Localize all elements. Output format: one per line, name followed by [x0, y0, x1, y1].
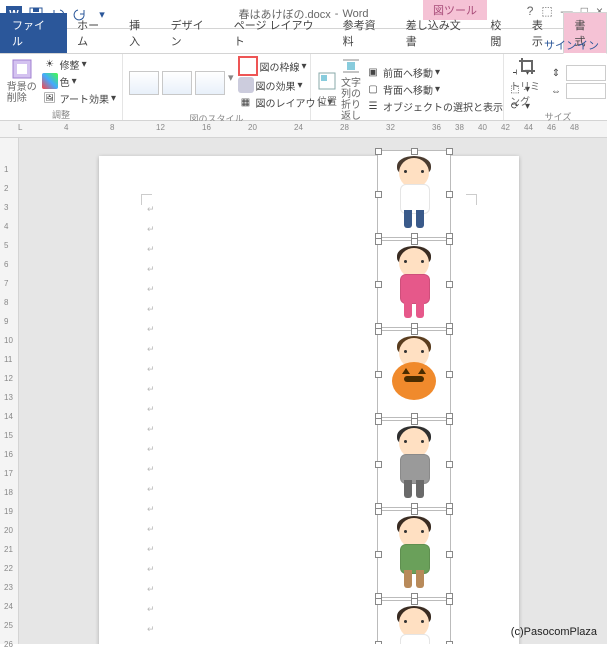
height-input[interactable]: ⇕: [548, 65, 606, 81]
margin-corner-tr: [466, 194, 477, 205]
page: ↵ ↵ ↵ ↵ ↵ ↵ ↵ ↵ ↵ ↵ ↵ ↵ ↵ ↵ ↵ ↵ ↵ ↵ ↵ ↵ ↵ ↵: [99, 156, 519, 644]
child-boy-1[interactable]: [377, 150, 451, 238]
tab-insert[interactable]: 挿入: [119, 13, 161, 53]
ruler-vertical[interactable]: 1234567891011121314151617181920212223242…: [0, 138, 19, 644]
resize-handle[interactable]: [446, 551, 453, 558]
paragraph-mark: ↵: [147, 304, 155, 315]
resize-handle[interactable]: [375, 148, 382, 155]
resize-handle[interactable]: [446, 508, 453, 515]
style-thumb-2[interactable]: [162, 71, 192, 95]
group-picture-styles: ▾ 図の枠線 ▾ 図の効果 ▾ ▦図のレイアウト ▾ 図のスタイル: [123, 54, 311, 120]
paragraph-mark: ↵: [147, 404, 155, 415]
resize-handle[interactable]: [446, 281, 453, 288]
group-arrange: 位置 文字列の 折り返し ▣前面へ移動 ▾ ▢背面へ移動 ▾ ☰オブジェクトの選…: [311, 54, 504, 120]
send-backward-button[interactable]: ▢背面へ移動 ▾: [365, 81, 503, 97]
child-girl-pink[interactable]: [377, 240, 451, 328]
position-button[interactable]: 位置: [317, 71, 337, 108]
paragraph-mark: ↵: [147, 584, 155, 595]
resize-handle[interactable]: [411, 238, 418, 245]
resize-handle[interactable]: [375, 461, 382, 468]
remove-background-button[interactable]: 背景の 削除: [6, 58, 38, 104]
crop-button[interactable]: トリミング: [510, 56, 544, 108]
resize-handle[interactable]: [446, 238, 453, 245]
workspace: 1234567891011121314151617181920212223242…: [0, 138, 607, 644]
resize-handle[interactable]: [411, 328, 418, 335]
child-boy-gray[interactable]: [377, 420, 451, 508]
paragraph-mark: ↵: [147, 344, 155, 355]
resize-handle[interactable]: [446, 371, 453, 378]
resize-handle[interactable]: [375, 191, 382, 198]
selection-pane-button[interactable]: ☰オブジェクトの選択と表示: [365, 98, 503, 114]
child-girl-white[interactable]: [377, 600, 451, 644]
image-stack: [377, 150, 451, 644]
corrections-button[interactable]: ☀修整 ▾: [42, 56, 116, 72]
tab-references[interactable]: 参考資料: [333, 13, 396, 53]
child-pumpkin[interactable]: [377, 330, 451, 418]
paragraph-mark: ↵: [147, 284, 155, 295]
file-tab[interactable]: ファイル: [0, 13, 67, 53]
wrap-text-button[interactable]: 文字列の 折り返し: [341, 56, 361, 122]
ribbon: 背景の 削除 ☀修整 ▾ 色 ▾ 🖼アート効果 ▾ 調整 ▾ 図の枠線 ▾ 図の…: [0, 54, 607, 121]
paragraph-mark: ↵: [147, 244, 155, 255]
resize-handle[interactable]: [446, 328, 453, 335]
resize-handle[interactable]: [375, 641, 382, 644]
resize-handle[interactable]: [375, 328, 382, 335]
paragraph-mark: ↵: [147, 264, 155, 275]
resize-handle[interactable]: [446, 191, 453, 198]
resize-handle[interactable]: [446, 641, 453, 644]
child-boy-green[interactable]: [377, 510, 451, 598]
resize-handle[interactable]: [375, 551, 382, 558]
resize-handle[interactable]: [446, 598, 453, 605]
group-size: トリミング ⇕ ⇔ サイズ: [504, 54, 607, 120]
ruler-horizontal[interactable]: L4812162024283236384042444648: [0, 121, 607, 138]
resize-handle[interactable]: [446, 418, 453, 425]
group-adjust: 背景の 削除 ☀修整 ▾ 色 ▾ 🖼アート効果 ▾ 調整: [0, 54, 123, 120]
tab-review[interactable]: 校閲: [480, 13, 522, 53]
paragraph-mark: ↵: [147, 324, 155, 335]
paragraph-mark: ↵: [147, 444, 155, 455]
tab-page-layout[interactable]: ページ レイアウト: [224, 13, 333, 53]
paragraph-mark: ↵: [147, 544, 155, 555]
style-gallery-more[interactable]: ▾: [228, 71, 234, 95]
resize-handle[interactable]: [375, 418, 382, 425]
resize-handle[interactable]: [411, 598, 418, 605]
paragraph-mark: ↵: [147, 224, 155, 235]
paragraph-mark: ↵: [147, 624, 155, 635]
ribbon-tabs: ファイル ホーム 挿入 デザイン ページ レイアウト 参考資料 差し込み文書 校…: [0, 29, 607, 54]
style-thumb-3[interactable]: [195, 71, 225, 95]
resize-handle[interactable]: [375, 371, 382, 378]
paragraph-mark: ↵: [147, 564, 155, 575]
document-canvas[interactable]: ↵ ↵ ↵ ↵ ↵ ↵ ↵ ↵ ↵ ↵ ↵ ↵ ↵ ↵ ↵ ↵ ↵ ↵ ↵ ↵ ↵ ↵ (c)PasocomPlaza: [19, 138, 607, 644]
style-thumb-1[interactable]: [129, 71, 159, 95]
bring-forward-button[interactable]: ▣前面へ移動 ▾: [365, 64, 503, 80]
tab-mailings[interactable]: 差し込み文書: [396, 13, 481, 53]
tab-home[interactable]: ホーム: [67, 13, 119, 53]
resize-handle[interactable]: [375, 508, 382, 515]
paragraph-mark: ↵: [147, 504, 155, 515]
resize-handle[interactable]: [375, 238, 382, 245]
resize-handle[interactable]: [446, 461, 453, 468]
resize-handle[interactable]: [375, 281, 382, 288]
paragraph-mark: ↵: [147, 524, 155, 535]
watermark: (c)PasocomPlaza: [511, 626, 597, 638]
resize-handle[interactable]: [411, 418, 418, 425]
tab-design[interactable]: デザイン: [161, 13, 224, 53]
resize-handle[interactable]: [411, 148, 418, 155]
paragraph-mark: ↵: [147, 484, 155, 495]
resize-handle[interactable]: [411, 508, 418, 515]
color-button[interactable]: 色 ▾: [42, 73, 116, 89]
paragraph-mark: ↵: [147, 464, 155, 475]
paragraph-mark: ↵: [147, 364, 155, 375]
artistic-effects-button[interactable]: 🖼アート効果 ▾: [42, 90, 116, 106]
paragraph-mark: ↵: [147, 384, 155, 395]
paragraph-mark: ↵: [147, 424, 155, 435]
signin-link[interactable]: サインイン: [544, 37, 599, 53]
resize-handle[interactable]: [446, 148, 453, 155]
paragraph-mark: ↵: [147, 204, 155, 215]
paragraph-mark: ↵: [147, 604, 155, 615]
resize-handle[interactable]: [375, 598, 382, 605]
width-input[interactable]: ⇔: [548, 83, 606, 99]
